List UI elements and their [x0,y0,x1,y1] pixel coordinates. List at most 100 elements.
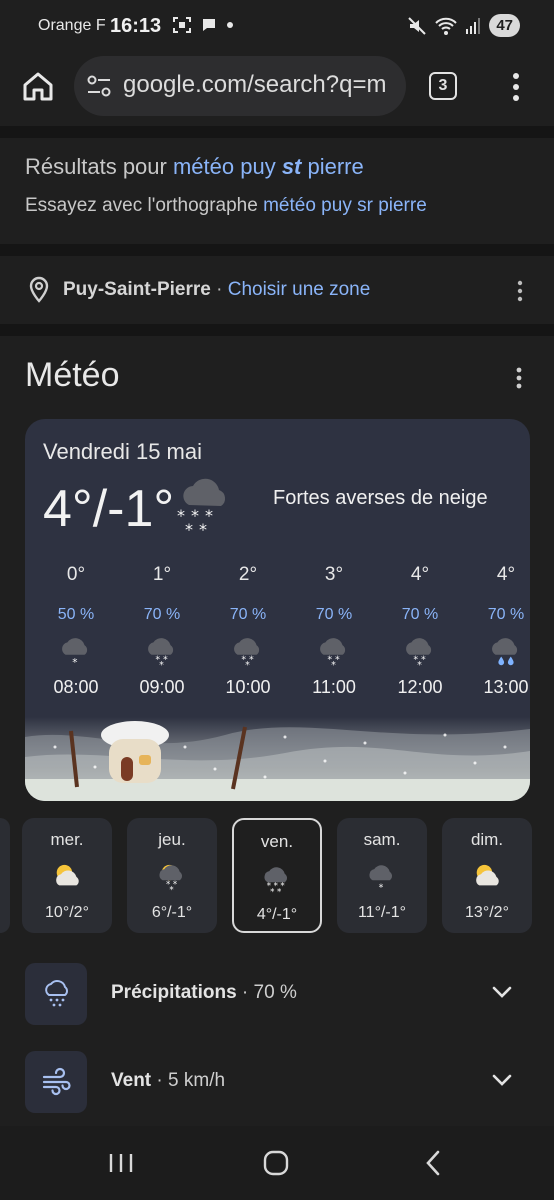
carrier-label: Orange F [38,17,106,34]
day-name: ven. [260,832,294,851]
hour-column[interactable]: 1° 70 % * * * 09:00 [122,564,202,698]
snow-scene-illustration [25,717,530,801]
hourly-forecast[interactable]: 0° 50 % * 08:00 1° 70 % * * * 09:00 2° 70 % * * * 10:00… [25,564,530,714]
hour-time: 09:00 [139,677,185,697]
hour-column[interactable]: 4° 70 % * * * 12:00 [380,564,460,698]
sun-cloud-snow-icon: * * * [154,858,190,895]
day-name: sam. [363,830,401,849]
mute-icon [408,16,427,35]
svg-text:*: * [177,506,185,525]
hour-precipitation: 70 % [229,606,267,623]
cloud-snow-icon: * * * [228,630,268,671]
address-bar[interactable]: google.com/search?q=m [74,56,406,116]
cloud-heavy-snow-icon: * * * * * [259,860,295,897]
chevron-down-icon[interactable] [491,985,513,999]
cloud-rain-icon [486,630,526,670]
browser-menu-icon[interactable] [506,70,526,104]
svg-text:*: * [277,887,282,896]
svg-text:*: * [245,660,250,670]
back-icon[interactable] [424,1150,442,1176]
original-query-link[interactable]: météo puy sr pierre [263,195,427,216]
svg-text:*: * [72,657,77,669]
cloud-snow-light-icon: * [364,858,400,894]
svg-text:*: * [199,520,207,537]
hour-column[interactable]: 2° 70 % * * * 10:00 [208,564,288,698]
divider [0,126,554,138]
day-card[interactable]: sam. * 11°/-1° [337,818,427,933]
dot-icon [227,22,233,28]
wind-icon [42,1067,71,1096]
weather-section: Météo Vendredi 15 mai 4°/-1° * * * * * Fort… [0,336,554,1126]
day-temperature: 4°/-1° [256,906,298,923]
recent-apps-icon[interactable] [108,1152,134,1174]
hour-temperature: 2° [238,564,258,585]
tab-switcher-button[interactable]: 3 [429,72,457,100]
cloud-snow-icon: * * * [400,630,440,671]
system-navigation-bar [0,1126,554,1200]
home-icon[interactable] [20,68,56,104]
url-text[interactable]: google.com/search?q=m [123,71,386,99]
hour-temperature: 4° [496,564,516,585]
hour-precipitation: 50 % [57,606,95,623]
weather-temperature: 4°/-1° [43,480,175,538]
day-name: jeu. [158,830,186,849]
hour-column[interactable]: 3° 70 % * * * 11:00 [294,564,374,698]
weather-more-icon[interactable] [511,366,527,390]
hour-temperature: 3° [324,564,344,585]
day-temperature: 10°/2° [45,904,89,921]
svg-text:*: * [379,883,384,894]
precipitation-value: 70 % [253,982,297,1003]
precipitation-row[interactable]: Précipitations · 70 % [0,963,554,1029]
site-settings-icon[interactable] [86,74,112,98]
svg-text:*: * [331,660,336,670]
sun-cloud-icon [469,858,505,894]
hour-precipitation: 70 % [401,606,439,623]
day-temperature: 13°/2° [465,904,509,921]
location-more-icon[interactable] [512,280,528,302]
clock: 16:13 [110,15,162,37]
svg-text:*: * [159,660,164,670]
hour-time: 08:00 [53,677,99,697]
cloud-snow-icon: * * * [314,630,354,671]
choose-zone-link[interactable]: Choisir une zone [228,279,371,300]
cloud-snow-light-icon: * [56,630,96,670]
hour-temperature: 4° [410,564,430,585]
day-temperature: 11°/-1° [357,904,407,921]
day-card-partial[interactable] [0,818,10,933]
day-card[interactable]: mer. 10°/2° [22,818,112,933]
chat-icon [203,19,215,31]
day-temperature: 6°/-1° [151,904,193,921]
hour-precipitation: 70 % [487,606,525,623]
day-card[interactable]: ven. * * * * * 4°/-1° [232,818,322,933]
hour-column[interactable]: 4° 70 % 13:00 [466,564,530,698]
signal-icon [466,17,481,34]
chevron-down-icon[interactable] [491,1073,513,1087]
daily-forecast[interactable]: mer. 10°/2° jeu. * * * 6°/-1° ven. * * * * * 4°/-1° sa… [0,818,554,938]
wind-label: Vent [111,1070,152,1091]
corrected-query-link[interactable]: météo puy st pierre [173,154,364,179]
cloud-snow-icon: * * * [142,630,182,671]
day-name: dim. [470,830,504,849]
day-card[interactable]: jeu. * * * 6°/-1° [127,818,217,933]
svg-text:*: * [185,520,193,537]
weather-title: Météo [25,356,120,394]
weather-date: Vendredi 15 mai [43,439,202,464]
location-bar: Puy-Saint-Pierre · Choisir une zone [0,256,554,324]
divider [0,244,554,256]
sun-cloud-icon [49,858,85,894]
hour-time: 10:00 [225,677,271,697]
wind-row[interactable]: Vent · 5 km/h [0,1051,554,1117]
day-card[interactable]: dim. 13°/2° [442,818,532,933]
location-pin-icon [29,276,49,303]
hour-precipitation: 70 % [143,606,181,623]
day-name: mer. [50,830,84,849]
browser-toolbar: google.com/search?q=m 3 [0,52,554,126]
hour-time: 11:00 [312,677,356,697]
wind-value: 5 km/h [168,1070,226,1091]
svg-text:*: * [417,660,422,670]
battery-indicator: 47 [489,14,520,37]
home-nav-icon[interactable] [263,1150,289,1176]
hour-column[interactable]: 0° 50 % * 08:00 [36,564,116,698]
status-bar: Orange F 16:13 47 [0,0,554,52]
weather-card: Vendredi 15 mai 4°/-1° * * * * * Fortes ave… [25,419,530,801]
